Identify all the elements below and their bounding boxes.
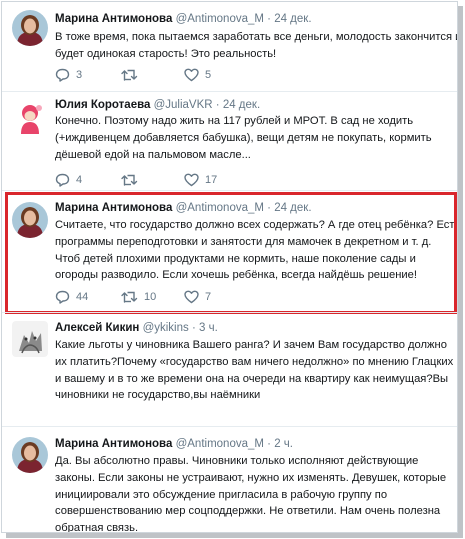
tweet-text-line: чиновники не государство,вы наёмники bbox=[55, 389, 261, 402]
tweet-text-line: инициировали это обсуждение пригласила в… bbox=[55, 488, 388, 501]
tweet-text-line: Да. Вы абсолютно правы. Чиновники только… bbox=[55, 455, 419, 467]
like-button[interactable]: 17 bbox=[184, 173, 217, 187]
author-name[interactable]: Марина Антимонова bbox=[55, 13, 172, 25]
like-count: 5 bbox=[205, 69, 212, 81]
tweet-date[interactable]: · 24 дек. bbox=[216, 99, 260, 111]
tweet-date[interactable]: · 3 ч. bbox=[192, 322, 218, 334]
like-button[interactable]: 5 bbox=[184, 68, 211, 82]
tweet-actions: 3 5 bbox=[55, 68, 355, 84]
tweet-date[interactable]: · 2 ч. bbox=[267, 438, 293, 450]
tweet-text-line: их платить?Почему «государство вам ничег… bbox=[55, 355, 454, 368]
tweet-thread: Марина Антимонова @Antimonova_M · 24 дек… bbox=[1, 1, 458, 533]
reply-icon bbox=[55, 173, 70, 187]
tweet-text: Конечно. Поэтому надо жить на 117 рублей… bbox=[55, 113, 451, 163]
tweet-text-line: дёшевой едой на пальмовом масле... bbox=[55, 148, 251, 161]
author-handle[interactable]: @Antimonova_M bbox=[176, 13, 264, 25]
tweet-text-line: (+иждивенцем добавляется бабушка), вещи … bbox=[55, 131, 432, 144]
tweet-text: Какие льготы у чиновника Вашего ранга? И… bbox=[55, 337, 454, 404]
tweet-text-line: и вашему и в то же времени она на очеред… bbox=[55, 372, 449, 385]
tweet-text-line: Конечно. Поэтому надо жить на 117 рублей… bbox=[55, 115, 414, 127]
author-handle[interactable]: @ykikins bbox=[143, 322, 189, 334]
author-handle[interactable]: @Antimonova_M bbox=[176, 438, 264, 450]
frame-shadow bbox=[6, 533, 463, 538]
retweet-icon bbox=[121, 69, 138, 81]
reply-icon bbox=[55, 68, 70, 82]
avatar[interactable] bbox=[12, 100, 48, 136]
like-icon bbox=[184, 173, 199, 187]
tweet-header: Алексей Кикин @ykikins · 3 ч. bbox=[55, 321, 218, 335]
tweet-text-line: будет одинокая старость! Это реальность! bbox=[55, 47, 277, 60]
divider bbox=[2, 426, 457, 427]
tweet-text-line: законы. Если законы не устраивают, нужно… bbox=[55, 471, 447, 484]
reply-button[interactable]: 3 bbox=[55, 68, 82, 82]
retweet-button[interactable] bbox=[121, 68, 144, 82]
author-handle[interactable]: @JuliaVKR bbox=[154, 99, 213, 111]
divider bbox=[2, 190, 457, 191]
avatar[interactable] bbox=[12, 10, 48, 46]
divider bbox=[2, 91, 457, 92]
retweet-button[interactable] bbox=[121, 173, 144, 187]
frame-shadow bbox=[458, 6, 463, 536]
reply-count: 3 bbox=[76, 69, 83, 81]
tweet-date[interactable]: · 24 дек. bbox=[267, 13, 311, 25]
like-icon bbox=[184, 68, 199, 82]
avatar[interactable] bbox=[12, 321, 48, 357]
tweet-text-line: совершенствованию мер соцподдержки. Не о… bbox=[55, 505, 441, 518]
tweet-text-line: обратная связь. bbox=[55, 522, 139, 533]
highlight-box bbox=[5, 192, 457, 314]
tweet-text-line: Какие льготы у чиновника Вашего ранга? И… bbox=[55, 339, 447, 351]
retweet-icon bbox=[121, 174, 138, 186]
like-count: 17 bbox=[205, 174, 218, 186]
tweet-text: Да. Вы абсолютно правы. Чиновники только… bbox=[55, 453, 451, 533]
author-name[interactable]: Юлия Коротаева bbox=[55, 99, 150, 111]
tweet-text: В тоже время, пока пытаемся заработать в… bbox=[55, 29, 458, 63]
tweet-header: Юлия Коротаева @JuliaVKR · 24 дек. bbox=[55, 98, 260, 112]
divider bbox=[2, 312, 457, 313]
tweet-header: Марина Антимонова @Antimonova_M · 24 дек… bbox=[55, 12, 312, 26]
author-name[interactable]: Марина Антимонова bbox=[55, 438, 172, 450]
tweet-text-line: В тоже время, пока пытаемся заработать в… bbox=[55, 31, 458, 43]
avatar[interactable] bbox=[12, 437, 48, 473]
tweet-actions: 4 17 bbox=[55, 173, 355, 189]
reply-button[interactable]: 4 bbox=[55, 173, 82, 187]
reply-count: 4 bbox=[76, 174, 83, 186]
author-name[interactable]: Алексей Кикин bbox=[55, 322, 139, 334]
tweet-header: Марина Антимонова @Antimonova_M · 2 ч. bbox=[55, 437, 293, 451]
